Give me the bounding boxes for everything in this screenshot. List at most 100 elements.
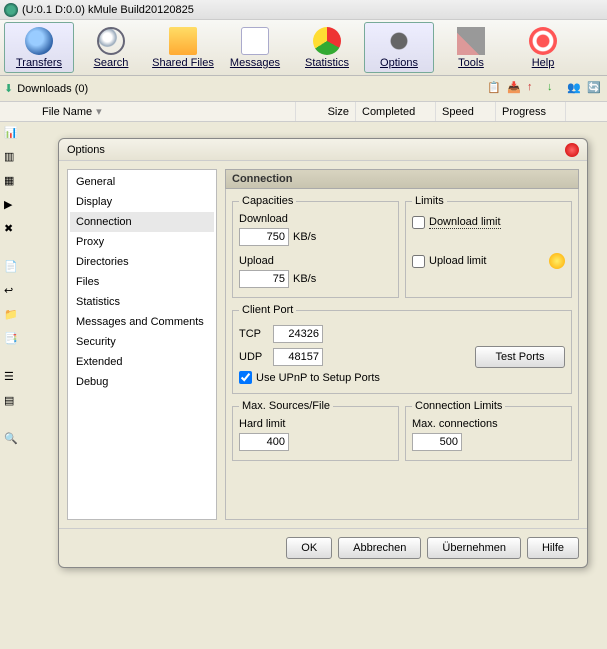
connlimits-group: Connection Limits Max. connections (405, 400, 572, 461)
messages-icon (241, 27, 269, 55)
col-speed[interactable]: Speed (436, 102, 496, 121)
toolbar-label: Tools (458, 57, 484, 69)
side-icon[interactable]: ▤ (4, 394, 20, 410)
ok-button[interactable]: OK (286, 537, 332, 559)
down-arrow-icon[interactable]: ↓ (547, 81, 563, 97)
cat-proxy[interactable]: Proxy (70, 232, 214, 252)
upload-input[interactable] (239, 270, 289, 288)
refresh-icon[interactable]: 🔄 (587, 81, 603, 97)
toolbar-help[interactable]: Help (508, 22, 578, 73)
sources-legend: Max. Sources/File (239, 400, 333, 412)
tcp-input[interactable] (273, 325, 323, 343)
cat-security[interactable]: Security (70, 332, 214, 352)
folder-icon (169, 27, 197, 55)
side-icon[interactable]: 📁 (4, 308, 20, 324)
view2-icon[interactable]: 📥 (507, 81, 523, 97)
downloads-label: Downloads (0) (17, 83, 88, 95)
hardlimit-label: Hard limit (239, 418, 392, 430)
globe-icon (25, 27, 53, 55)
options-dialog: Options General Display Connection Proxy… (58, 138, 588, 568)
cancel-button[interactable]: Abbrechen (338, 537, 421, 559)
toolbar-messages[interactable]: Messages (220, 22, 290, 73)
cat-extended[interactable]: Extended (70, 352, 214, 372)
window-title: (U:0.1 D:0.0) kMule Build20120825 (22, 4, 194, 16)
toolbar-label: Options (380, 57, 418, 69)
col-size[interactable]: Size (296, 102, 356, 121)
side-icon[interactable]: ↩ (4, 284, 20, 300)
toolbar-label: Transfers (16, 57, 62, 69)
side-icon[interactable]: ✖ (4, 222, 20, 238)
unit-label: KB/s (293, 231, 316, 243)
capacities-group: Capacities Download KB/s Upload KB/s (232, 195, 399, 298)
col-filename[interactable]: File Name ▾ (36, 102, 296, 121)
toolbar-statistics[interactable]: Statistics (292, 22, 362, 73)
upload-label: Upload (239, 255, 392, 267)
clientport-group: Client Port TCP UDP Test Ports Use UPnP … (232, 304, 572, 394)
col-progress[interactable]: Progress (496, 102, 566, 121)
toolbar-label: Help (532, 57, 555, 69)
side-icon[interactable]: ▥ (4, 150, 20, 166)
toolbar-shared-files[interactable]: Shared Files (148, 22, 218, 73)
toolbar-search[interactable]: Search (76, 22, 146, 73)
up-arrow-icon[interactable]: ↑ (527, 81, 543, 97)
udp-input[interactable] (273, 348, 323, 366)
upload-limit-label: Upload limit (429, 255, 486, 267)
tcp-label: TCP (239, 328, 269, 340)
titlebar: (U:0.1 D:0.0) kMule Build20120825 (0, 0, 607, 20)
close-icon[interactable] (565, 143, 579, 157)
download-limit-checkbox[interactable] (412, 216, 425, 229)
toolbar-tools[interactable]: Tools (436, 22, 506, 73)
dialog-buttons: OK Abbrechen Übernehmen Hilfe (59, 528, 587, 567)
download-input[interactable] (239, 228, 289, 246)
download-label: Download (239, 213, 392, 225)
cat-debug[interactable]: Debug (70, 372, 214, 392)
column-headers: File Name ▾ Size Completed Speed Progres… (0, 102, 607, 122)
upload-limit-checkbox[interactable] (412, 255, 425, 268)
side-icon[interactable]: 🔍 (4, 432, 20, 448)
hardlimit-input[interactable] (239, 433, 289, 451)
toolbar-transfers[interactable]: Transfers (4, 22, 74, 73)
col-completed[interactable]: Completed (356, 102, 436, 121)
connlimits-legend: Connection Limits (412, 400, 505, 412)
test-ports-button[interactable]: Test Ports (475, 346, 565, 368)
side-icon[interactable]: 📊 (4, 126, 20, 142)
tools-icon (457, 27, 485, 55)
help-icon (529, 27, 557, 55)
maxconn-label: Max. connections (412, 418, 565, 430)
users-icon[interactable]: 👥 (567, 81, 583, 97)
panel-title: Connection (225, 169, 579, 189)
udp-label: UDP (239, 351, 269, 363)
toolbar-options[interactable]: Options (364, 22, 434, 73)
apply-button[interactable]: Übernehmen (427, 537, 521, 559)
side-icon[interactable]: ▶ (4, 198, 20, 214)
upnp-label: Use UPnP to Setup Ports (256, 372, 380, 384)
upnp-checkbox[interactable] (239, 371, 252, 384)
settings-panel: Connection Capacities Download KB/s Uplo… (225, 169, 579, 520)
main-toolbar: Transfers Search Shared Files Messages S… (0, 20, 607, 76)
side-icon[interactable]: ☰ (4, 370, 20, 386)
unit-label: KB/s (293, 273, 316, 285)
sources-group: Max. Sources/File Hard limit (232, 400, 399, 461)
app-icon (4, 3, 18, 17)
cat-general[interactable]: General (70, 172, 214, 192)
limits-legend: Limits (412, 195, 447, 207)
capacities-legend: Capacities (239, 195, 296, 207)
cat-messages[interactable]: Messages and Comments (70, 312, 214, 332)
toolbar-label: Search (94, 57, 129, 69)
maxconn-input[interactable] (412, 433, 462, 451)
cat-display[interactable]: Display (70, 192, 214, 212)
cat-connection[interactable]: Connection (70, 212, 214, 232)
side-icon[interactable]: 📄 (4, 260, 20, 276)
side-toolbar: 📊 ▥ ▦ ▶ ✖ 📄 ↩ 📁 📑 ☰ ▤ 🔍 (0, 122, 24, 642)
limits-group: Limits Download limit Upload limit (405, 195, 572, 298)
view-icon[interactable]: 📋 (487, 81, 503, 97)
cat-directories[interactable]: Directories (70, 252, 214, 272)
dialog-title: Options (67, 144, 105, 156)
category-list: General Display Connection Proxy Directo… (67, 169, 217, 520)
help-button[interactable]: Hilfe (527, 537, 579, 559)
side-icon[interactable]: 📑 (4, 332, 20, 348)
cat-files[interactable]: Files (70, 272, 214, 292)
toolbar-label: Shared Files (152, 57, 214, 69)
side-icon[interactable]: ▦ (4, 174, 20, 190)
cat-statistics[interactable]: Statistics (70, 292, 214, 312)
